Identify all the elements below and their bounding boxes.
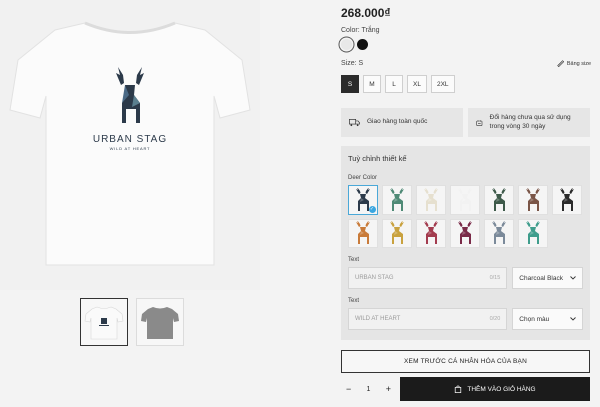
customize-title: Tuỳ chỉnh thiết kế xyxy=(348,154,407,163)
deer-icon xyxy=(389,221,404,245)
deer-color-option[interactable] xyxy=(450,185,480,215)
tshirt-image: URBAN STAG WILD AT HEART xyxy=(9,21,251,266)
size-guide-link[interactable]: Bảng size xyxy=(557,60,591,67)
deer-icon xyxy=(423,187,438,211)
text2-count: 0/20 xyxy=(489,316,501,322)
deer-color-option[interactable] xyxy=(416,218,446,248)
deer-color-option[interactable] xyxy=(518,185,548,215)
deer-color-option[interactable] xyxy=(450,218,480,248)
text1-label: Text xyxy=(348,257,360,263)
deer-color-option[interactable] xyxy=(484,218,514,248)
text1-input[interactable]: URBAN STAG 0/15 xyxy=(348,267,508,289)
benefit-shipping-text: Giao hàng toàn quốc xyxy=(367,118,428,126)
chevron-down-icon xyxy=(570,276,576,280)
text2-input[interactable]: WILD AT HEART 0/20 xyxy=(348,308,508,330)
text2-label: Text xyxy=(348,298,360,304)
deer-color-grid: ✓ xyxy=(348,185,583,248)
deer-icon xyxy=(389,187,404,211)
deer-color-option[interactable] xyxy=(382,218,412,248)
brand-text: URBAN STAG xyxy=(93,134,167,145)
size-xl-button[interactable]: XL xyxy=(407,75,427,93)
ruler-icon xyxy=(557,60,564,67)
add-to-cart-button[interactable]: THÊM VÀO GIỎ HÀNG xyxy=(400,377,590,401)
deer-icon xyxy=(491,221,506,245)
quantity-value[interactable]: 1 xyxy=(367,386,371,393)
size-options: S M L XL 2XL xyxy=(341,75,455,93)
deer-icon xyxy=(457,221,472,245)
text1-row: URBAN STAG 0/15 Charcoal Black xyxy=(348,267,583,289)
return-icon xyxy=(476,119,483,126)
benefit-return: Đổi hàng chưa qua sử dụng trong vòng 30 … xyxy=(468,108,590,137)
deer-color-option[interactable] xyxy=(552,185,582,215)
deer-color-option[interactable] xyxy=(382,185,412,215)
thumbnail-white[interactable] xyxy=(80,298,128,346)
deer-icon xyxy=(491,187,506,211)
deer-icon xyxy=(423,221,438,245)
text2-color-select[interactable]: Chọn màu xyxy=(512,308,583,330)
deer-color-label: Deer Color xyxy=(348,175,378,181)
deer-icon xyxy=(525,221,540,245)
deer-icon xyxy=(457,187,472,211)
deer-icon xyxy=(559,187,574,211)
deer-color-option[interactable] xyxy=(518,218,548,248)
product-main-image: URBAN STAG WILD AT HEART xyxy=(0,0,260,290)
text2-color-value: Chọn màu xyxy=(519,315,550,323)
check-icon: ✓ xyxy=(368,205,376,213)
deer-color-option[interactable]: ✓ xyxy=(348,185,378,215)
text1-placeholder: URBAN STAG xyxy=(355,275,394,281)
chevron-down-icon xyxy=(570,317,576,321)
size-s-button[interactable]: S xyxy=(341,75,359,93)
text1-count: 0/15 xyxy=(489,275,501,281)
swatch-white[interactable] xyxy=(341,39,352,50)
size-m-button[interactable]: M xyxy=(363,75,381,93)
product-price: 268.000₫ xyxy=(341,6,391,20)
quantity-minus-button[interactable]: − xyxy=(346,384,351,394)
customize-panel: Tuỳ chỉnh thiết kế Deer Color ✓ Text URB… xyxy=(341,146,590,340)
text1-color-value: Charcoal Black xyxy=(519,274,563,282)
deer-icon xyxy=(355,221,370,245)
benefits: Giao hàng toàn quốc Đổi hàng chưa qua sử… xyxy=(341,108,590,137)
size-guide-label: Bảng size xyxy=(566,60,591,67)
deer-icon xyxy=(525,187,540,211)
brand-tagline: WILD AT HEART xyxy=(110,146,151,151)
thumbnail-gray[interactable] xyxy=(136,298,184,346)
deer-color-option[interactable] xyxy=(348,218,378,248)
size-l-button[interactable]: L xyxy=(385,75,403,93)
color-label: Color: Trắng xyxy=(341,27,380,34)
preview-personalization-button[interactable]: XEM TRƯỚC CÁ NHÂN HÓA CỦA BẠN xyxy=(341,350,590,373)
shopping-bag-icon xyxy=(455,385,462,393)
quantity-stepper: − 1 + xyxy=(341,378,396,400)
thumbnail-list xyxy=(80,298,184,346)
benefit-return-text: Đổi hàng chưa qua sử dụng trong vòng 30 … xyxy=(489,113,571,130)
color-swatches xyxy=(341,39,368,50)
size-label: Size: S xyxy=(341,60,364,67)
deer-color-option[interactable] xyxy=(484,185,514,215)
size-2xl-button[interactable]: 2XL xyxy=(430,75,455,93)
text1-color-select[interactable]: Charcoal Black xyxy=(512,267,583,289)
add-to-cart-label: THÊM VÀO GIỎ HÀNG xyxy=(467,385,536,393)
benefit-shipping: Giao hàng toàn quốc xyxy=(341,108,463,137)
quantity-plus-button[interactable]: + xyxy=(386,384,391,394)
swatch-black[interactable] xyxy=(357,39,368,50)
text2-placeholder: WILD AT HEART xyxy=(355,316,401,322)
product-page: URBAN STAG WILD AT HEART 268.000₫ Color:… xyxy=(0,0,600,407)
deer-color-option[interactable] xyxy=(416,185,446,215)
truck-icon xyxy=(349,119,360,127)
text2-row: WILD AT HEART 0/20 Chọn màu xyxy=(348,308,583,330)
size-row: Size: S Bảng size xyxy=(341,60,591,67)
